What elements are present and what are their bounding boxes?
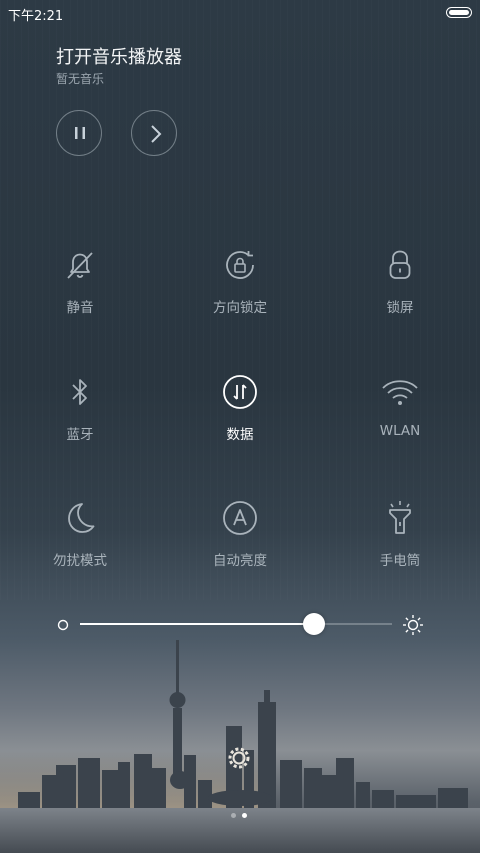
toggle-flashlight[interactable]: 手电筒	[340, 498, 460, 588]
toggle-label: 数据	[226, 427, 254, 443]
moon-icon	[68, 503, 95, 533]
toggle-auto-brightness[interactable]: 自动亮度	[180, 498, 300, 588]
toggle-wlan[interactable]: WLAN	[340, 372, 460, 462]
status-time: 下午2:21	[8, 9, 64, 24]
battery-icon	[446, 7, 472, 18]
next-button[interactable]	[131, 110, 177, 156]
status-bar: 下午2:21	[0, 0, 480, 26]
toggle-rotation-lock[interactable]: 方向锁定	[180, 245, 300, 335]
toggle-label: 蓝牙	[66, 427, 94, 443]
wifi-icon	[382, 380, 418, 405]
toggle-label: 锁屏	[386, 300, 414, 316]
pause-button[interactable]	[56, 110, 102, 156]
toggle-mobile-data[interactable]: 数据	[180, 372, 300, 462]
lock-icon	[389, 250, 411, 279]
music-player-title[interactable]: 打开音乐播放器	[56, 43, 182, 69]
rotation-lock-icon	[226, 251, 254, 279]
page-dot	[231, 813, 236, 818]
pause-icon	[75, 127, 85, 139]
page-dot	[242, 813, 247, 818]
toggle-lock-screen[interactable]: 锁屏	[340, 245, 460, 335]
auto-brightness-icon	[223, 501, 257, 535]
mobile-data-icon	[223, 375, 257, 409]
toggle-do-not-disturb[interactable]: 勿扰模式	[20, 498, 140, 588]
toggle-label: WLAN	[379, 423, 421, 439]
chevron-right-icon	[151, 125, 162, 143]
toggle-mute[interactable]: 静音	[20, 245, 140, 335]
toggle-label: 方向锁定	[213, 300, 267, 316]
toggle-label: 自动亮度	[213, 553, 267, 569]
page-indicator	[228, 812, 252, 820]
toggle-label: 勿扰模式	[53, 553, 107, 569]
music-player-subtitle: 暂无音乐	[56, 72, 105, 86]
toggle-bluetooth[interactable]: 蓝牙	[20, 372, 140, 462]
toggle-label: 静音	[66, 300, 94, 316]
toggle-label: 手电筒	[379, 553, 421, 569]
flashlight-icon	[389, 501, 411, 534]
bell-off-icon	[67, 252, 93, 279]
bluetooth-icon	[72, 379, 87, 405]
slider-fill	[80, 623, 314, 625]
